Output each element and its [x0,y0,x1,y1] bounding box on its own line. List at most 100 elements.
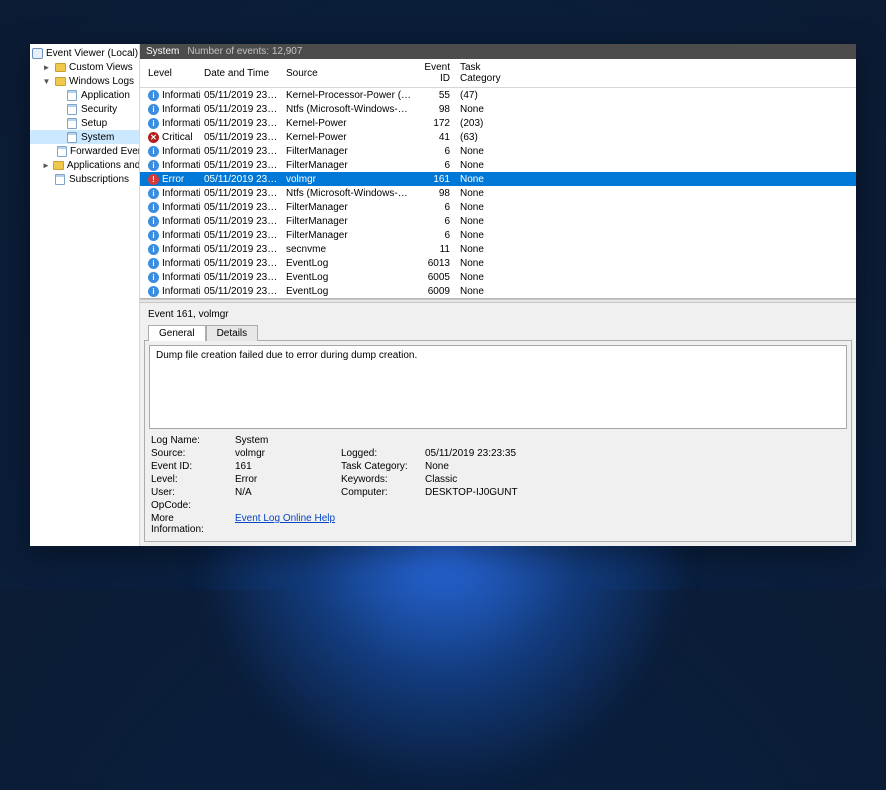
level-text: Information [162,188,200,199]
tree-node-label: Subscriptions [69,174,129,185]
cell-taskcat: None [456,286,526,297]
eventid-label: Event ID: [151,461,229,472]
cell-source: FilterManager [282,146,416,157]
cell-eventid: 41 [416,132,456,143]
detail-title: Event 161, volmgr [144,307,852,324]
cell-eventid: 98 [416,188,456,199]
event-row[interactable]: iInformation05/11/2019 23:23:35FilterMan… [140,214,856,228]
col-eventid[interactable]: Event ID [416,62,456,84]
event-row[interactable]: iInformation05/11/2019 23:23:37EventLog6… [140,256,856,270]
cell-source: Kernel-Power [282,118,416,129]
folder-icon [54,75,66,87]
cell-date: 05/11/2019 23:23:35 [200,216,282,227]
tree-node-applications-and-services-logs[interactable]: ► Applications and Services Logs [30,158,139,172]
cell-date: 05/11/2019 23:23:37 [200,286,282,297]
event-row[interactable]: iInformation05/11/2019 23:23:35Kernel-Po… [140,116,856,130]
information-icon: i [148,146,159,157]
tab-details[interactable]: Details [206,325,259,341]
tree-node-system[interactable]: System [30,130,139,144]
event-properties: Log Name: System Source: volmgr Logged: … [149,433,847,537]
cell-source: FilterManager [282,230,416,241]
cell-date: 05/11/2019 23:23:35 [200,202,282,213]
tree-root-label: Event Viewer (Local) [46,48,138,59]
event-row[interactable]: iInformation05/11/2019 23:23:35Kernel-Pr… [140,88,856,102]
cell-taskcat: None [456,258,526,269]
cell-level: iInformation [144,118,200,129]
event-row[interactable]: iInformation05/11/2019 23:23:35Ntfs (Mic… [140,102,856,116]
col-source[interactable]: Source [282,68,416,79]
col-level[interactable]: Level [144,68,200,79]
cell-source: volmgr [282,174,416,185]
tree-twisty-icon[interactable]: ▼ [42,77,51,86]
moreinfo-label: More Information: [151,513,229,535]
tree-node-label: Security [81,104,117,115]
moreinfo-link[interactable]: Event Log Online Help [235,513,565,535]
col-date[interactable]: Date and Time [200,68,282,79]
tree-node-application[interactable]: Application [30,88,139,102]
taskcat-value: None [425,461,565,472]
cell-level: iInformation [144,286,200,297]
event-row[interactable]: ✕Critical05/11/2019 23:23:35Kernel-Power… [140,130,856,144]
pane-header: System Number of events: 12,907 [140,44,856,59]
tree-node-label: Applications and Services Logs [67,160,140,171]
cell-eventid: 55 [416,90,456,101]
cell-eventid: 11 [416,244,456,255]
event-row[interactable]: iInformation05/11/2019 23:23:35FilterMan… [140,200,856,214]
tree-node-subscriptions[interactable]: Subscriptions [30,172,139,186]
cell-taskcat: None [456,174,526,185]
cell-level: iInformation [144,272,200,283]
tree-node-security[interactable]: Security [30,102,139,116]
level-text: Information [162,244,200,255]
cell-eventid: 6 [416,160,456,171]
cell-eventid: 172 [416,118,456,129]
logname-value: System [235,435,335,446]
information-icon: i [148,118,159,129]
event-row[interactable]: iInformation05/11/2019 23:23:35secnvme11… [140,242,856,256]
event-row[interactable]: iInformation05/11/2019 23:23:35FilterMan… [140,158,856,172]
cell-eventid: 6 [416,230,456,241]
level-text: Information [162,258,200,269]
pane-subtitle: Number of events: 12,907 [187,46,302,57]
cell-taskcat: None [456,146,526,157]
level-label: Level: [151,474,229,485]
tree-twisty-icon[interactable]: ► [42,161,50,170]
level-text: Information [162,146,200,157]
cell-date: 05/11/2019 23:23:35 [200,104,282,115]
tree-node-windows-logs[interactable]: ▼ Windows Logs [30,74,139,88]
cell-date: 05/11/2019 23:23:35 [200,188,282,199]
col-taskcat[interactable]: Task Category [456,62,526,84]
tree-node-label: Setup [81,118,107,129]
information-icon: i [148,202,159,213]
cell-taskcat: (63) [456,132,526,143]
cell-source: Kernel-Processor-Power (Microsoft-Wind..… [282,90,416,101]
event-row[interactable]: iInformation05/11/2019 23:23:35FilterMan… [140,144,856,158]
grid-header[interactable]: Level Date and Time Source Event ID Task… [140,59,856,88]
cell-taskcat: None [456,230,526,241]
event-row[interactable]: iInformation05/11/2019 23:23:35FilterMan… [140,228,856,242]
cell-level: iInformation [144,188,200,199]
tree-root[interactable]: Event Viewer (Local) [30,46,139,60]
cell-level: ✕Critical [144,132,200,143]
user-value: N/A [235,487,335,498]
cell-taskcat: (47) [456,90,526,101]
tree-node-setup[interactable]: Setup [30,116,139,130]
cell-level: iInformation [144,90,200,101]
event-row[interactable]: iInformation05/11/2019 23:23:35Ntfs (Mic… [140,186,856,200]
navigation-tree[interactable]: Event Viewer (Local) ►Custom Views ▼ Windo… [30,44,140,546]
tree-twisty-icon[interactable]: ► [42,63,51,72]
event-row[interactable]: !Error05/11/2019 23:23:35volmgr161None [140,172,856,186]
cell-eventid: 6009 [416,286,456,297]
event-grid[interactable]: Level Date and Time Source Event ID Task… [140,59,856,299]
cell-eventid: 6 [416,146,456,157]
tree-node-forwarded-events[interactable]: Forwarded Events [30,144,139,158]
cell-date: 05/11/2019 23:23:35 [200,132,282,143]
cell-taskcat: None [456,160,526,171]
tree-node-custom-views[interactable]: ►Custom Views [30,60,139,74]
log-icon [54,173,66,185]
cell-eventid: 6013 [416,258,456,269]
event-row[interactable]: iInformation05/11/2019 23:23:37EventLog6… [140,284,856,298]
event-row[interactable]: iInformation05/11/2019 23:23:37EventLog6… [140,270,856,284]
tab-general[interactable]: General [148,325,206,341]
cell-eventid: 6 [416,216,456,227]
tree-node-label: Windows Logs [69,76,134,87]
